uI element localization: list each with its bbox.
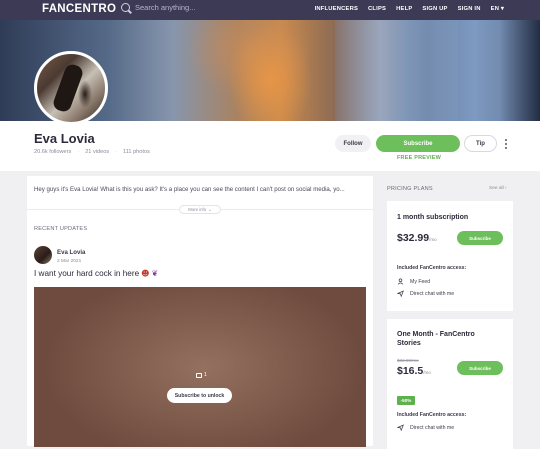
fancentro-logo[interactable]: FANCENTRO [42,3,116,15]
top-navigation-bar: FANCENTRO INFLUENCERS CLIPS HELP SIGN UP… [0,0,540,20]
see-all-link[interactable]: See all › [489,186,507,191]
more-options-icon[interactable] [505,139,508,149]
photos-count[interactable]: 111 photos [123,149,150,155]
plan-2-old-price: $32.99/mo [397,358,419,363]
plan-2-subscribe-button[interactable]: Subscribe [457,361,503,375]
plan-1-access-label: My Feed [410,278,431,285]
image-icon [196,372,202,378]
plan-2-name-line2: Stories [397,340,421,347]
nav-influencers[interactable]: INFLUENCERS [315,6,358,12]
post-date: 2 Mar 2021 [57,259,82,264]
nav-sign-up[interactable]: SIGN UP [422,6,447,12]
separator-dot: · [115,149,118,155]
plan-1-access-label: Direct chat with me [410,290,455,297]
post-author-name[interactable]: Eva Lovia [57,249,85,256]
plan-2-price-unit: /mo [423,370,431,375]
send-icon [397,290,404,297]
discount-badge: -50% [397,396,415,405]
search-box[interactable] [121,3,255,12]
top-nav-links: INFLUENCERS CLIPS HELP SIGN UP SIGN IN E… [315,6,504,12]
language-selector[interactable]: EN ▾ [491,6,504,12]
post-text-body: I want your hard cock in here [34,269,140,278]
separator-dot: · [77,149,80,155]
post-author-avatar[interactable] [34,246,52,264]
chevron-down-icon: ⌄ [208,206,212,212]
search-icon[interactable] [121,3,130,12]
subscribe-button[interactable]: Subscribe [376,135,460,152]
send-icon [397,424,404,431]
eggplant-emoji-icon: ❦ [151,269,159,278]
nav-sign-in[interactable]: SIGN IN [458,6,481,12]
plan-2-access-direct-chat: Direct chat with me [397,424,454,431]
subscribe-to-unlock-button[interactable]: Subscribe to unlock [167,388,232,403]
plan-1-price-unit: /mo [429,237,437,242]
videos-count[interactable]: 21 videos [85,149,109,155]
tip-button[interactable]: Tip [464,135,497,152]
plan-1-access-direct-chat: Direct chat with me [397,290,454,297]
nav-clips[interactable]: CLIPS [368,6,386,12]
recent-updates-heading: RECENT UPDATES [34,226,88,232]
plan-2-access-label: Direct chat with me [410,424,455,431]
plan-2-name: One Month - FanCentro Stories [397,331,475,347]
image-count: 1 [196,372,207,378]
plan-2-access-title: Included FanCentro access: [397,412,467,418]
more-info-button[interactable]: More info ⌄ [179,205,221,214]
free-preview-link[interactable]: FREE PREVIEW [397,155,441,161]
profile-avatar [34,51,108,125]
nav-help[interactable]: HELP [396,6,412,12]
plan-1-access-my-feed: My Feed [397,278,430,285]
user-feed-icon [397,278,404,285]
plan-1-access-title: Included FanCentro access: [397,265,467,271]
profile-name: Eva Lovia [34,131,95,146]
plan-2-price-value: $16.5 [397,365,424,377]
plan-1-price: $32.99/mo [397,232,437,244]
profile-stats: 20.6k followers · 21 videos · 111 photos [34,149,150,155]
post-text: I want your hard cock in here ☻ ❦ [34,269,158,278]
image-count-value: 1 [204,372,207,378]
profile-bio: Hey guys it's Eva Lovia! What is this yo… [34,186,345,193]
pricing-plans-heading: PRICING PLANS [387,186,433,192]
follow-button[interactable]: Follow [335,135,371,152]
locked-post-media[interactable] [34,287,366,447]
plan-1-price-value: $32.99 [397,232,430,244]
devil-emoji-icon: ☻ [141,269,150,278]
plan-2-name-line1: One Month - FanCentro [397,331,475,338]
plan-1-subscribe-button[interactable]: Subscribe [457,231,503,245]
followers-count: 20.6k followers [34,149,72,155]
plan-1-name: 1 month subscription [397,214,469,221]
search-input[interactable] [135,3,255,12]
plan-2-price: $16.5/mo [397,365,431,377]
more-info-label: More info [188,207,207,212]
